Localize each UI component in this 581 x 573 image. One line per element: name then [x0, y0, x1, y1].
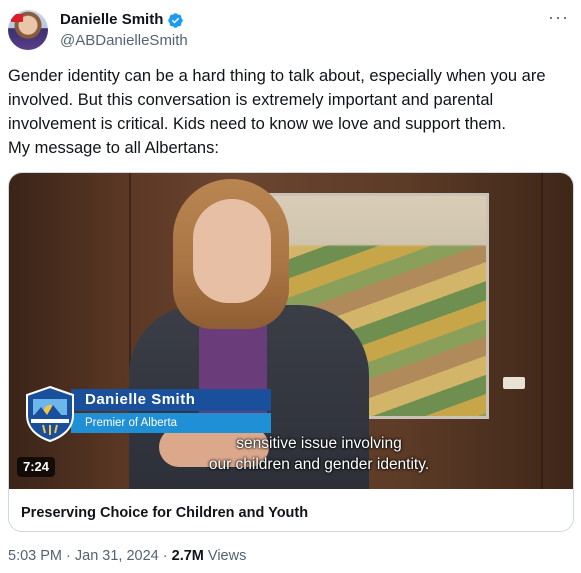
video-card[interactable]: Danielle Smith Premier of Alberta sensit… [8, 172, 574, 532]
author-handle[interactable]: @ABDanielleSmith [60, 31, 188, 51]
verified-badge-icon [168, 12, 184, 28]
tweet-time[interactable]: 5:03 PM [8, 548, 62, 564]
video-player[interactable]: Danielle Smith Premier of Alberta sensit… [9, 173, 573, 489]
more-options-button[interactable]: ··· [548, 8, 569, 26]
face [193, 199, 271, 303]
alberta-shield-icon [26, 385, 74, 443]
tweet-date[interactable]: Jan 31, 2024 [75, 548, 159, 564]
tweet-header: Danielle Smith @ABDanielleSmith ··· [8, 8, 573, 52]
video-captions: sensitive issue involving our children a… [159, 433, 479, 475]
wall-panel-divider [541, 173, 543, 489]
views-count[interactable]: 2.7M [172, 548, 204, 564]
views-label: Views [203, 548, 247, 564]
lower-third-title: Premier of Alberta [85, 417, 178, 429]
lower-third-banner: Danielle Smith Premier of Alberta [23, 385, 271, 443]
meta-separator: · [62, 548, 75, 564]
caption-line: sensitive issue involving [236, 435, 402, 452]
video-card-title[interactable]: Preserving Choice for Children and Youth [21, 503, 308, 523]
author-display-name[interactable]: Danielle Smith [60, 10, 163, 30]
tweet-text: Gender identity can be a hard thing to t… [8, 67, 546, 157]
video-duration-badge: 7:24 [17, 457, 56, 477]
tweet-meta: 5:03 PM · Jan 31, 2024 · 2.7M Views [8, 546, 246, 566]
name-row: Danielle Smith [60, 10, 188, 30]
author-block: Danielle Smith @ABDanielleSmith [60, 10, 188, 51]
flag-icon [11, 14, 23, 22]
avatar[interactable] [8, 10, 48, 50]
lower-third-name: Danielle Smith [85, 391, 196, 408]
meta-separator: · [158, 548, 172, 564]
caption-line: our children and gender identity. [208, 456, 430, 473]
light-switch [503, 377, 525, 389]
